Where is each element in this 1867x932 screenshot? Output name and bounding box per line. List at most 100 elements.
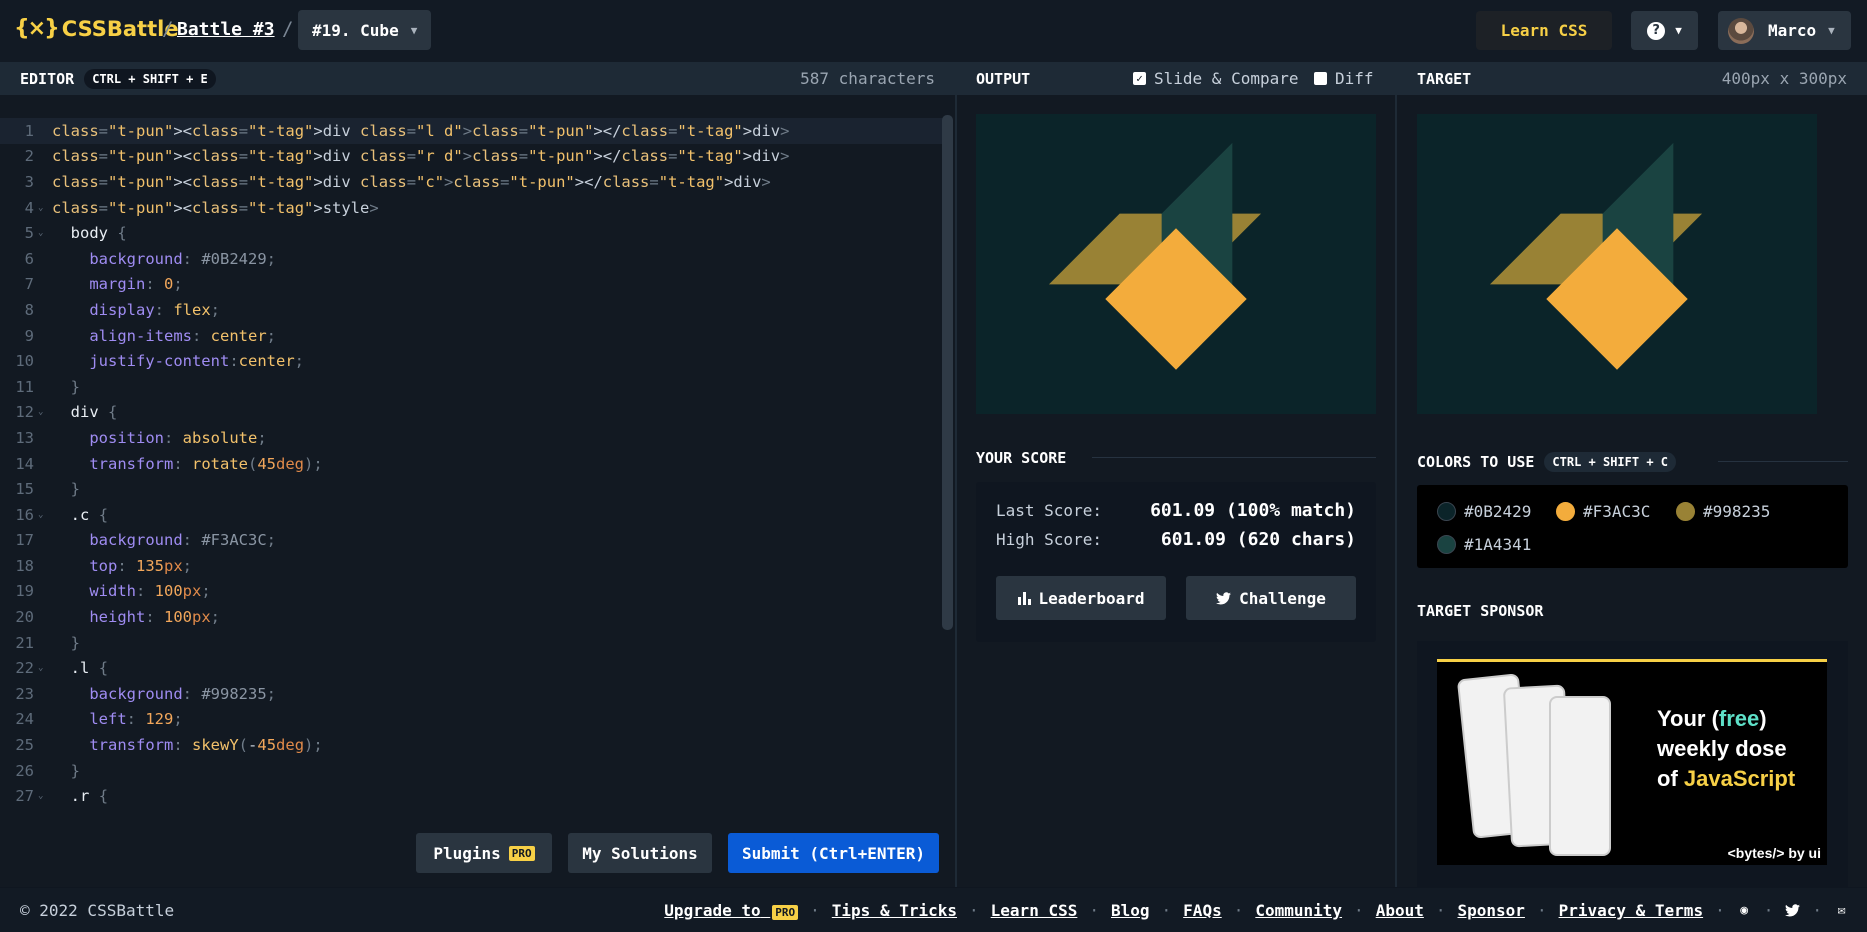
last-score-row: Last Score: 601.09 (100% match) bbox=[996, 500, 1356, 521]
line-number: 16 bbox=[15, 505, 34, 524]
plugins-button[interactable]: Plugins PRO bbox=[416, 833, 552, 873]
color-swatch[interactable]: #1A4341 bbox=[1437, 535, 1531, 554]
slide-compare-checkbox[interactable]: ✓ Slide & Compare bbox=[1133, 69, 1299, 88]
footer-link-blog[interactable]: Blog bbox=[1111, 901, 1150, 920]
code-line[interactable]: 17 background: #F3AC3C; bbox=[0, 528, 944, 554]
target-title: TARGET bbox=[1417, 69, 1472, 88]
battle-link[interactable]: Battle #3 bbox=[177, 19, 275, 40]
ad-text: ) bbox=[1759, 706, 1767, 731]
code-line[interactable]: 22 ⌄ .l { bbox=[0, 655, 944, 681]
footer-link-learn-css[interactable]: Learn CSS bbox=[991, 901, 1078, 920]
score-card: Last Score: 601.09 (100% match) High Sco… bbox=[976, 482, 1376, 642]
code-line[interactable]: 26 } bbox=[0, 758, 944, 784]
code-line[interactable]: 18 top: 135px; bbox=[0, 553, 944, 579]
code-line[interactable]: 16 ⌄ .c { bbox=[0, 502, 944, 528]
target-canvas[interactable] bbox=[1417, 114, 1817, 414]
code-text: .r { bbox=[70, 787, 109, 806]
editor-scrollbar[interactable] bbox=[942, 115, 953, 630]
editor-pane: EDITOR CTRL + SHIFT + E 587 characters 1… bbox=[0, 62, 955, 887]
line-number: 20 bbox=[15, 608, 34, 627]
color-swatch[interactable]: #0B2429 bbox=[1437, 502, 1531, 521]
footer-link-privacy[interactable]: Privacy & Terms bbox=[1559, 901, 1704, 920]
line-number: 9 bbox=[24, 326, 34, 345]
code-line[interactable]: 14 transform: rotate(45deg); bbox=[0, 451, 944, 477]
code-line[interactable]: 7 margin: 0; bbox=[0, 272, 944, 298]
code-line[interactable]: 3 class="t-pun"><class="t-tag">div class=… bbox=[0, 169, 944, 195]
color-swatch[interactable]: #998235 bbox=[1676, 502, 1770, 521]
fold-chevron-icon[interactable]: ⌄ bbox=[36, 228, 52, 238]
twitter-icon[interactable] bbox=[1785, 903, 1801, 918]
footer-link-sponsor[interactable]: Sponsor bbox=[1458, 901, 1525, 920]
code-text: } bbox=[70, 633, 81, 652]
user-menu-button[interactable]: Marco ▼ bbox=[1718, 11, 1851, 50]
code-line[interactable]: 10 justify-content:center; bbox=[0, 348, 944, 374]
editor-shortcut: CTRL + SHIFT + E bbox=[84, 68, 216, 89]
line-number: 24 bbox=[15, 710, 34, 729]
code-line[interactable]: 13 position: absolute; bbox=[0, 425, 944, 451]
code-text: align-items: center; bbox=[89, 326, 276, 345]
fold-chevron-icon[interactable]: ⌄ bbox=[36, 407, 52, 417]
line-number: 18 bbox=[15, 556, 34, 575]
upgrade-link[interactable]: Upgrade to PRO bbox=[664, 901, 799, 920]
code-text: position: absolute; bbox=[89, 428, 267, 447]
leaderboard-button[interactable]: Leaderboard bbox=[996, 576, 1166, 620]
code-line[interactable]: 20 height: 100px; bbox=[0, 604, 944, 630]
code-line[interactable]: 9 align-items: center; bbox=[0, 323, 944, 349]
diff-checkbox[interactable]: Diff bbox=[1314, 69, 1374, 88]
phone-image bbox=[1549, 696, 1611, 856]
code-line[interactable]: 12 ⌄ div { bbox=[0, 400, 944, 426]
challenge-button[interactable]: Challenge bbox=[1186, 576, 1356, 620]
footer-link-faqs[interactable]: FAQs bbox=[1183, 901, 1222, 920]
my-solutions-button[interactable]: My Solutions bbox=[568, 833, 712, 873]
help-menu-button[interactable]: ? ▼ bbox=[1631, 11, 1698, 50]
code-line[interactable]: 5 ⌄ body { bbox=[0, 220, 944, 246]
discord-icon[interactable]: ◉ bbox=[1737, 903, 1752, 918]
code-line[interactable]: 24 left: 129; bbox=[0, 707, 944, 733]
line-number: 15 bbox=[15, 480, 34, 499]
code-line[interactable]: 21 } bbox=[0, 630, 944, 656]
footer-link-community[interactable]: Community bbox=[1255, 901, 1342, 920]
code-line[interactable]: 1 class="t-pun"><class="t-tag">div class=… bbox=[0, 118, 944, 144]
footer-link-about[interactable]: About bbox=[1376, 901, 1424, 920]
code-line[interactable]: 2 class="t-pun"><class="t-tag">div class=… bbox=[0, 144, 944, 170]
line-number: 27 bbox=[15, 787, 34, 806]
footer-link-tips[interactable]: Tips & Tricks bbox=[832, 901, 957, 920]
fold-chevron-icon[interactable]: ⌄ bbox=[36, 510, 52, 520]
code-editor[interactable]: 1 class="t-pun"><class="t-tag">div class=… bbox=[0, 118, 944, 818]
ad-text-javascript: JavaScript bbox=[1683, 766, 1796, 791]
level-select[interactable]: #19. Cube ▼ bbox=[298, 10, 431, 50]
fold-chevron-icon[interactable]: ⌄ bbox=[36, 791, 52, 801]
code-line[interactable]: 23 background: #998235; bbox=[0, 681, 944, 707]
mail-icon[interactable]: ✉ bbox=[1834, 903, 1849, 918]
submit-button[interactable]: Submit (Ctrl+ENTER) bbox=[728, 833, 939, 873]
code-line[interactable]: 11 } bbox=[0, 374, 944, 400]
fold-chevron-icon[interactable]: ⌄ bbox=[36, 203, 52, 213]
line-number: 14 bbox=[15, 454, 34, 473]
top-bar: {⨯} CSSBattle / Battle #3 / #19. Cube ▼ … bbox=[0, 0, 1867, 62]
output-canvas[interactable] bbox=[976, 114, 1376, 414]
code-line[interactable]: 27 ⌄ .r { bbox=[0, 783, 944, 809]
learn-css-button[interactable]: Learn CSS bbox=[1476, 11, 1612, 50]
output-header: OUTPUT ✓ Slide & Compare Diff bbox=[957, 62, 1395, 95]
code-line[interactable]: 19 width: 100px; bbox=[0, 579, 944, 605]
sponsor-ad[interactable]: Your (free) weekly dose of JavaScript <b… bbox=[1437, 659, 1827, 865]
color-label: #1A4341 bbox=[1464, 535, 1532, 554]
cssbattle-logo[interactable]: {⨯} CSSBattle bbox=[14, 16, 179, 41]
color-swatch[interactable]: #F3AC3C bbox=[1556, 502, 1650, 521]
pro-badge: PRO bbox=[772, 904, 799, 920]
line-number: 1 bbox=[24, 121, 34, 140]
code-line[interactable]: 25 transform: skewY(-45deg); bbox=[0, 732, 944, 758]
code-line[interactable]: 15 } bbox=[0, 476, 944, 502]
code-text: } bbox=[70, 480, 81, 499]
chevron-down-icon: ▼ bbox=[410, 23, 418, 37]
code-line[interactable]: 4 ⌄ class="t-pun"><class="t-tag">style> bbox=[0, 195, 944, 221]
color-label: #998235 bbox=[1703, 502, 1771, 521]
fold-chevron-icon[interactable]: ⌄ bbox=[36, 663, 52, 673]
code-line[interactable]: 6 background: #0B2429; bbox=[0, 246, 944, 272]
chevron-down-icon: ▼ bbox=[1828, 24, 1835, 37]
line-number: 6 bbox=[24, 249, 34, 268]
code-text: display: flex; bbox=[89, 300, 220, 319]
line-number: 7 bbox=[24, 275, 34, 294]
code-line[interactable]: 8 display: flex; bbox=[0, 297, 944, 323]
line-number: 13 bbox=[15, 428, 34, 447]
